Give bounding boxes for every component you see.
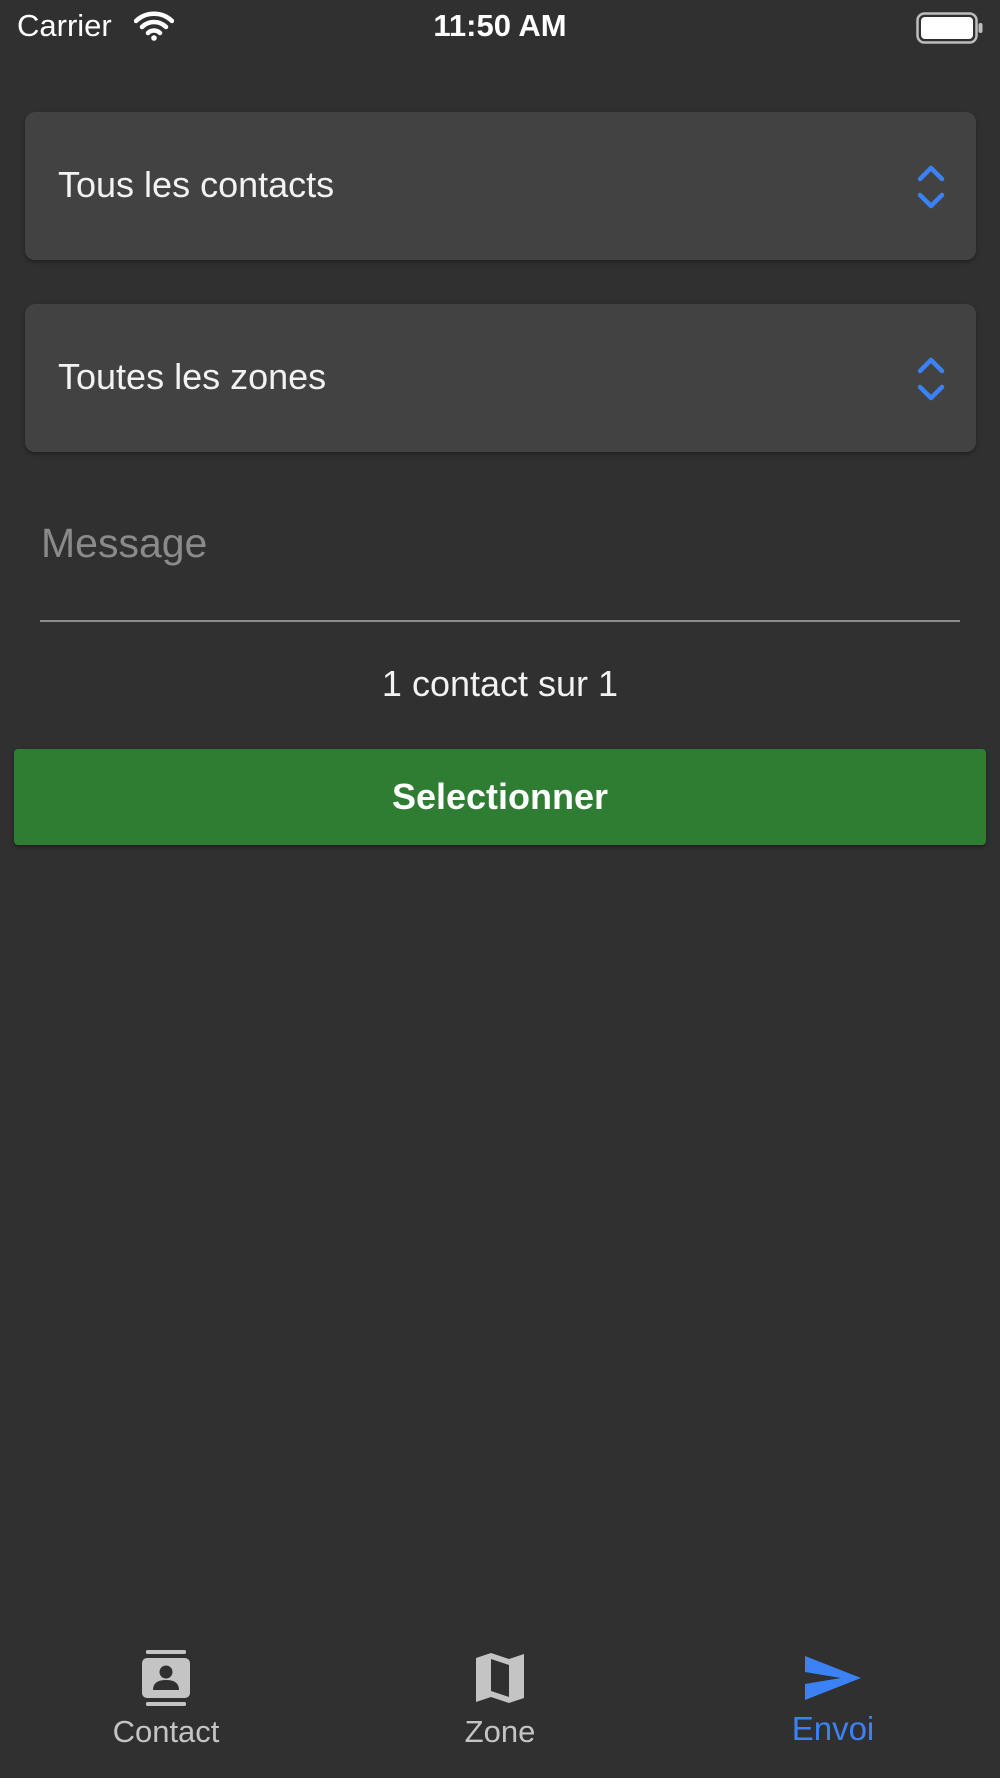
battery-icon	[916, 12, 984, 44]
tab-zone[interactable]: Zone	[380, 1630, 620, 1778]
send-icon	[803, 1648, 863, 1708]
message-underline	[40, 620, 960, 622]
zone-filter-label: Toutes les zones	[58, 356, 327, 397]
message-input[interactable]: Message	[40, 510, 960, 622]
map-icon	[470, 1648, 530, 1708]
contact-book-icon	[136, 1648, 196, 1708]
tab-envoi-label: Envoi	[791, 1710, 875, 1747]
tab-bar: Contact Zone Envoi	[0, 1630, 1000, 1778]
tab-contact[interactable]: Contact	[46, 1630, 286, 1778]
clock: 11:50 AM	[433, 8, 567, 43]
tab-contact-label: Contact	[112, 1714, 220, 1749]
chevron-up-down-icon	[911, 162, 951, 212]
chevron-up-down-icon	[911, 354, 951, 404]
zone-filter-picker[interactable]: Toutes les zones	[25, 304, 976, 452]
contact-filter-picker[interactable]: Tous les contacts	[25, 112, 976, 260]
contact-count-text: 1 contact sur 1	[381, 663, 619, 704]
tab-zone-label: Zone	[464, 1714, 536, 1749]
tab-envoi[interactable]: Envoi	[713, 1630, 953, 1778]
message-placeholder: Message	[41, 520, 208, 566]
contact-filter-label: Tous les contacts	[58, 164, 335, 205]
select-button[interactable]: Selectionner	[14, 749, 986, 845]
status-bar: Carrier 11:50 AM	[0, 0, 1000, 56]
